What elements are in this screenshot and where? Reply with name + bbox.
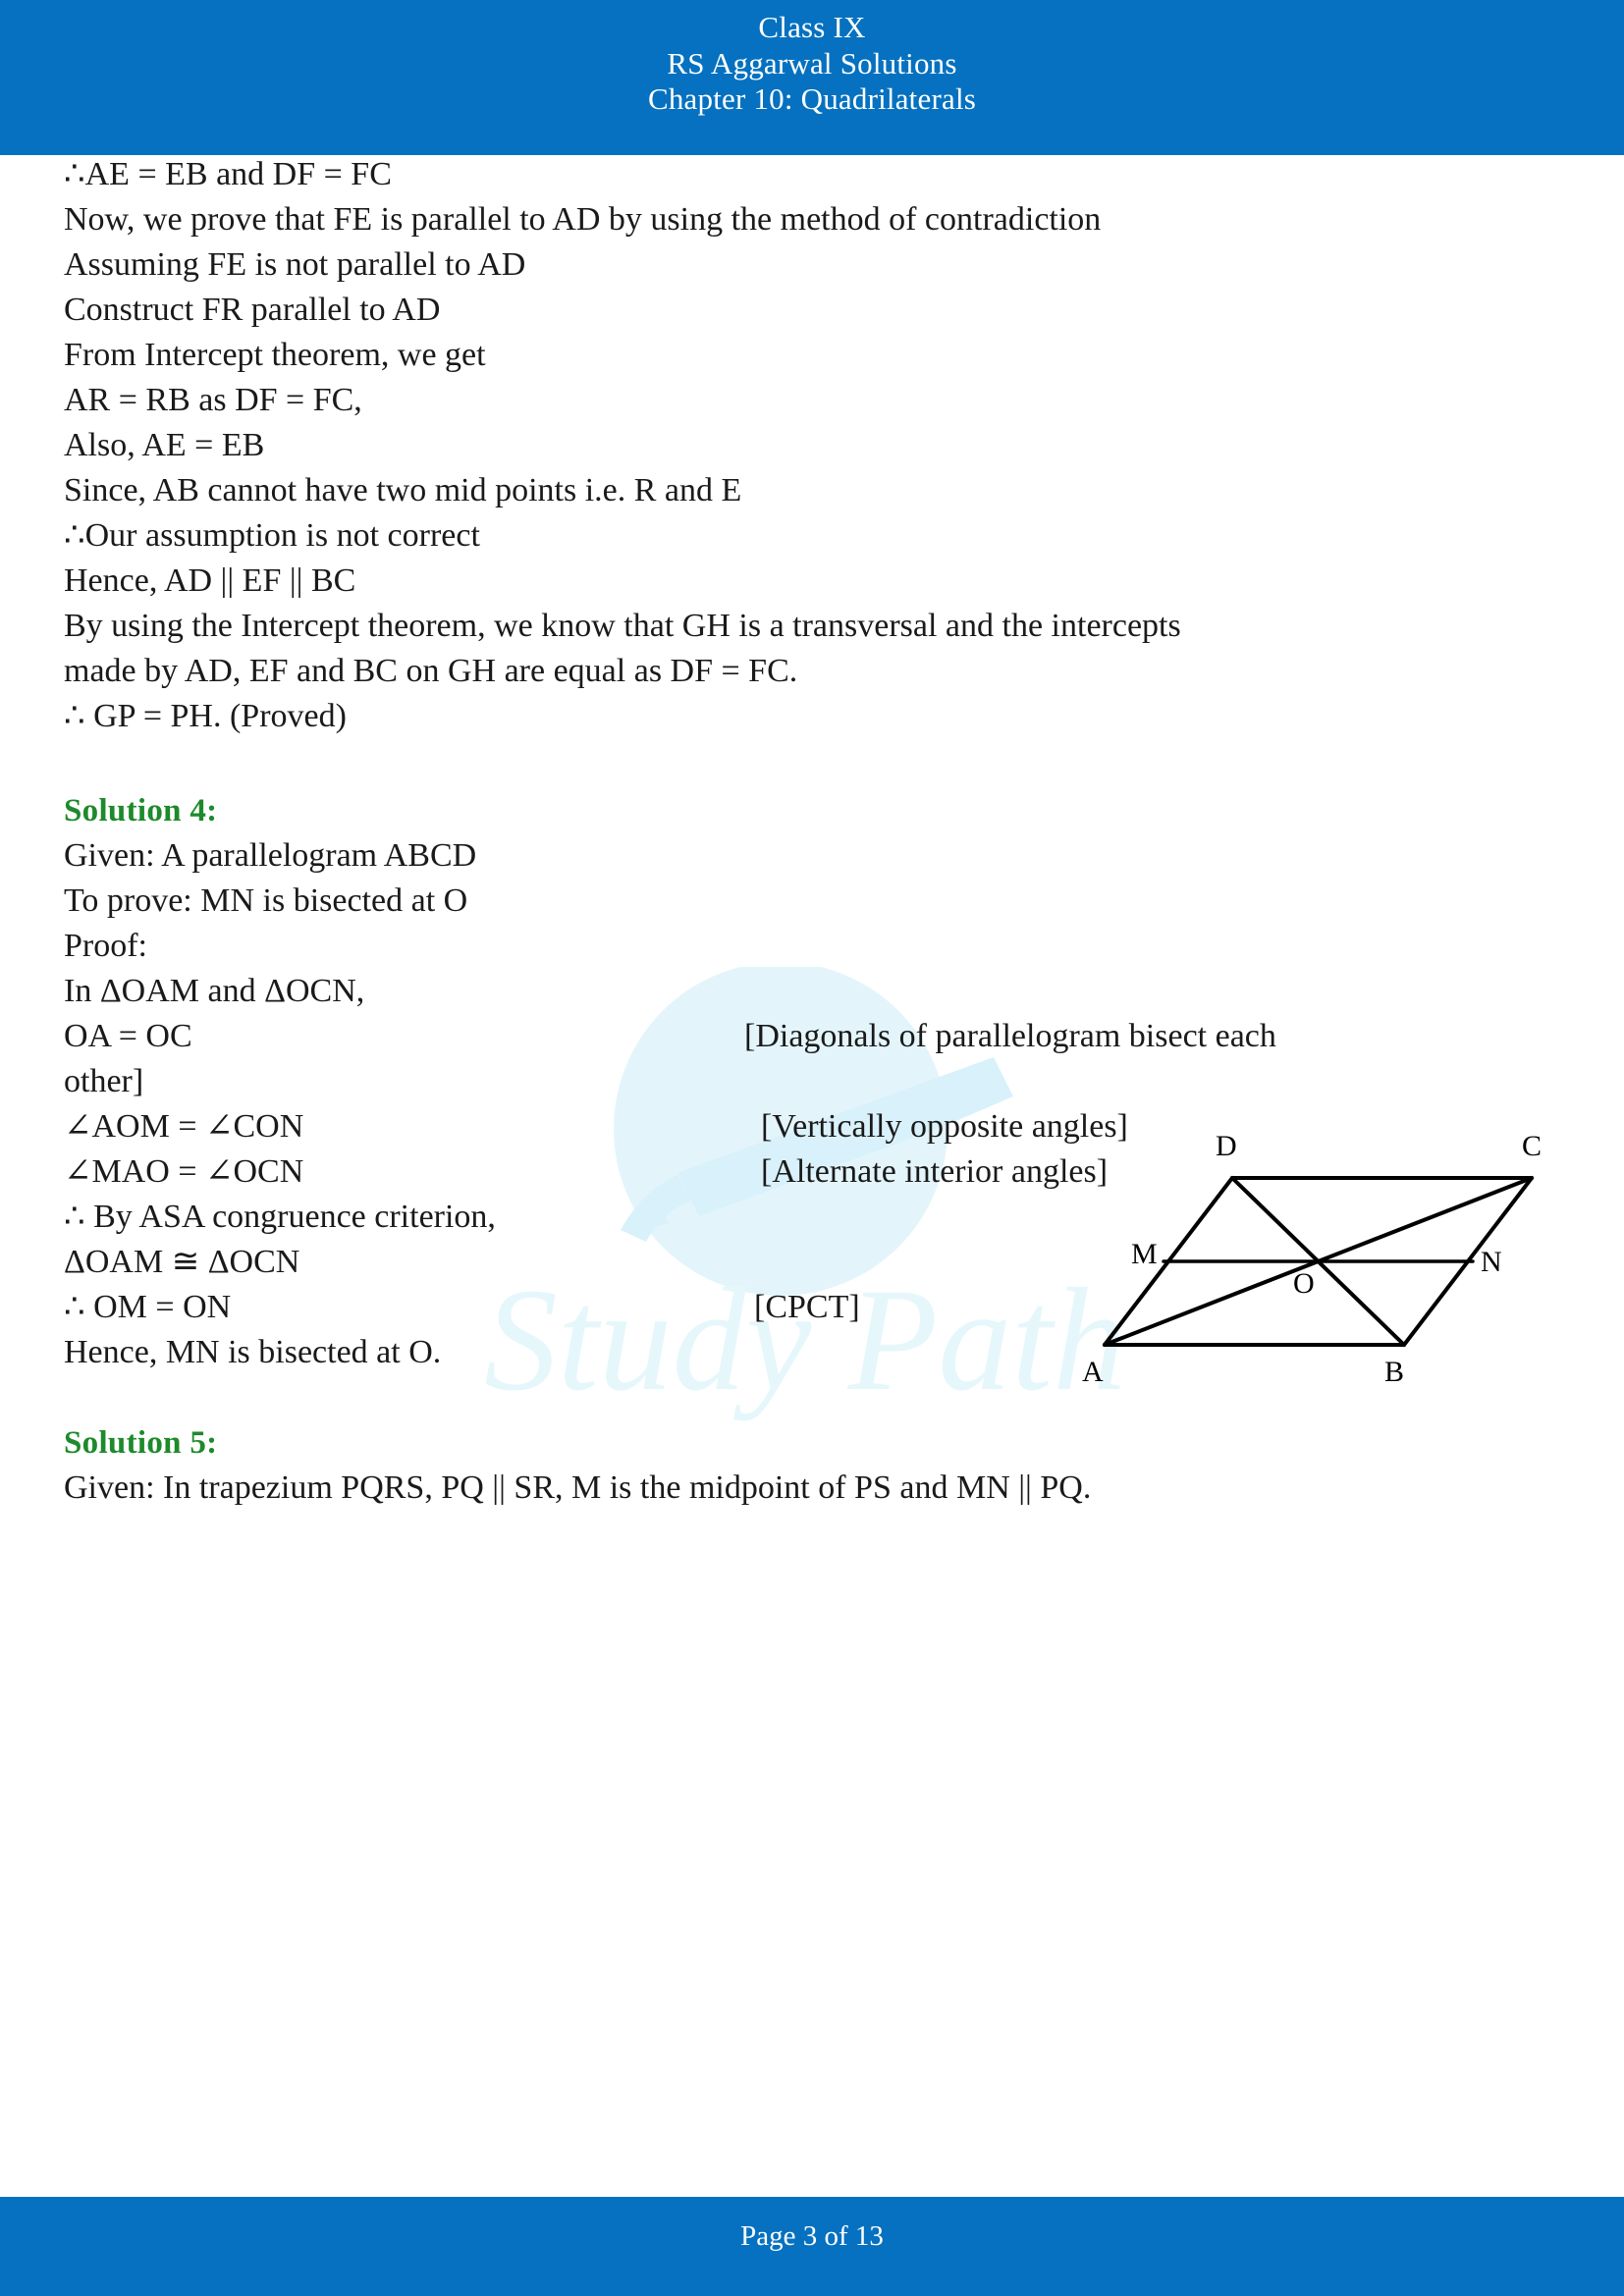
vertex-label-n: N — [1481, 1246, 1502, 1278]
figure-parallelogram: D C M O N A B — [1060, 1075, 1551, 1418]
solution-4-heading: Solution 4: — [64, 793, 218, 828]
header-line-class: Class IX — [758, 10, 866, 44]
page-number-text: Page 3 of 13 — [740, 2220, 884, 2252]
solution-4-line-10: [Alternate interior angles] — [761, 1153, 1109, 1190]
solution-4-line-7: ∠AOM = ∠CON — [64, 1108, 304, 1145]
page-header: Class IX RS Aggarwal Solutions Chapter 1… — [0, 0, 1624, 155]
body-text-line-1: Now, we prove that FE is parallel to AD … — [64, 201, 1102, 238]
solution-4-line-11: ∴ By ASA congruence criterion, — [64, 1199, 496, 1235]
vertex-label-b: B — [1384, 1356, 1404, 1388]
header-line-book: RS Aggarwal Solutions — [667, 45, 957, 80]
body-text-line-2: Assuming FE is not parallel to AD — [64, 246, 526, 283]
solution-4-line-4: OA = OC — [64, 1018, 192, 1054]
page-footer: Page 3 of 13 — [0, 2197, 1624, 2296]
body-text-line-9: Hence, AD || EF || BC — [64, 562, 356, 599]
body-text-line-11: made by AD, EF and BC on GH are equal as… — [64, 653, 798, 689]
vertex-label-m: M — [1131, 1238, 1158, 1270]
body-text-line-12: ∴ GP = PH. (Proved) — [64, 698, 347, 734]
solution-4-line-15: Hence, MN is bisected at O. — [64, 1334, 442, 1370]
vertex-label-a: A — [1082, 1356, 1104, 1388]
document-content: ∴AE = EB and DF = FC Now, we prove that F… — [0, 155, 1624, 2197]
parallelogram-diagram: D C M O N A B — [1082, 1130, 1542, 1388]
solution-4-line-1: To prove: MN is bisected at O — [64, 882, 468, 919]
vertex-label-c: C — [1522, 1130, 1542, 1162]
body-text-line-10: By using the Intercept theorem, we know … — [64, 608, 1181, 644]
vertex-labels: D C M O N A B — [1082, 1130, 1542, 1388]
body-text-line-7: Since, AB cannot have two mid points i.e… — [64, 472, 742, 508]
body-text-line-4: From Intercept theorem, we get — [64, 337, 486, 373]
body-text-line-6: Also, AE = EB — [64, 427, 265, 463]
solution-4-line-14: [CPCT] — [754, 1289, 860, 1325]
solution-4-line-2: Proof: — [64, 928, 147, 964]
body-text-line-5: AR = RB as DF = FC, — [64, 382, 362, 418]
solution-4-line-6: other] — [64, 1063, 144, 1099]
solution-5-line-0: Given: In trapezium PQRS, PQ || SR, M is… — [64, 1469, 1092, 1506]
body-text-line-3: Construct FR parallel to AD — [64, 292, 441, 328]
solution-4-line-0: Given: A parallelogram ABCD — [64, 837, 477, 874]
vertex-label-d: D — [1216, 1130, 1237, 1162]
solution-4-line-13: ∴ OM = ON — [64, 1289, 232, 1325]
header-line-chapter: Chapter 10: Quadrilaterals — [647, 81, 977, 117]
solution-4-line-12: ΔOAM ≅ ΔOCN — [64, 1244, 300, 1280]
document-page: Study Path Class IX RS Aggarwal Solution… — [0, 0, 1624, 2296]
solution-4-line-5: [Diagonals of parallelogram bisect each — [744, 1018, 1276, 1054]
solution-4-line-9: ∠MAO = ∠OCN — [64, 1153, 304, 1190]
solution-4-line-3: In ΔOAM and ΔOCN, — [64, 973, 365, 1009]
solution-5-heading: Solution 5: — [64, 1425, 218, 1461]
body-text-line-8: ∴Our assumption is not correct — [64, 517, 480, 554]
body-text-line-0: ∴AE = EB and DF = FC — [64, 156, 392, 192]
vertex-label-o: O — [1293, 1267, 1315, 1300]
